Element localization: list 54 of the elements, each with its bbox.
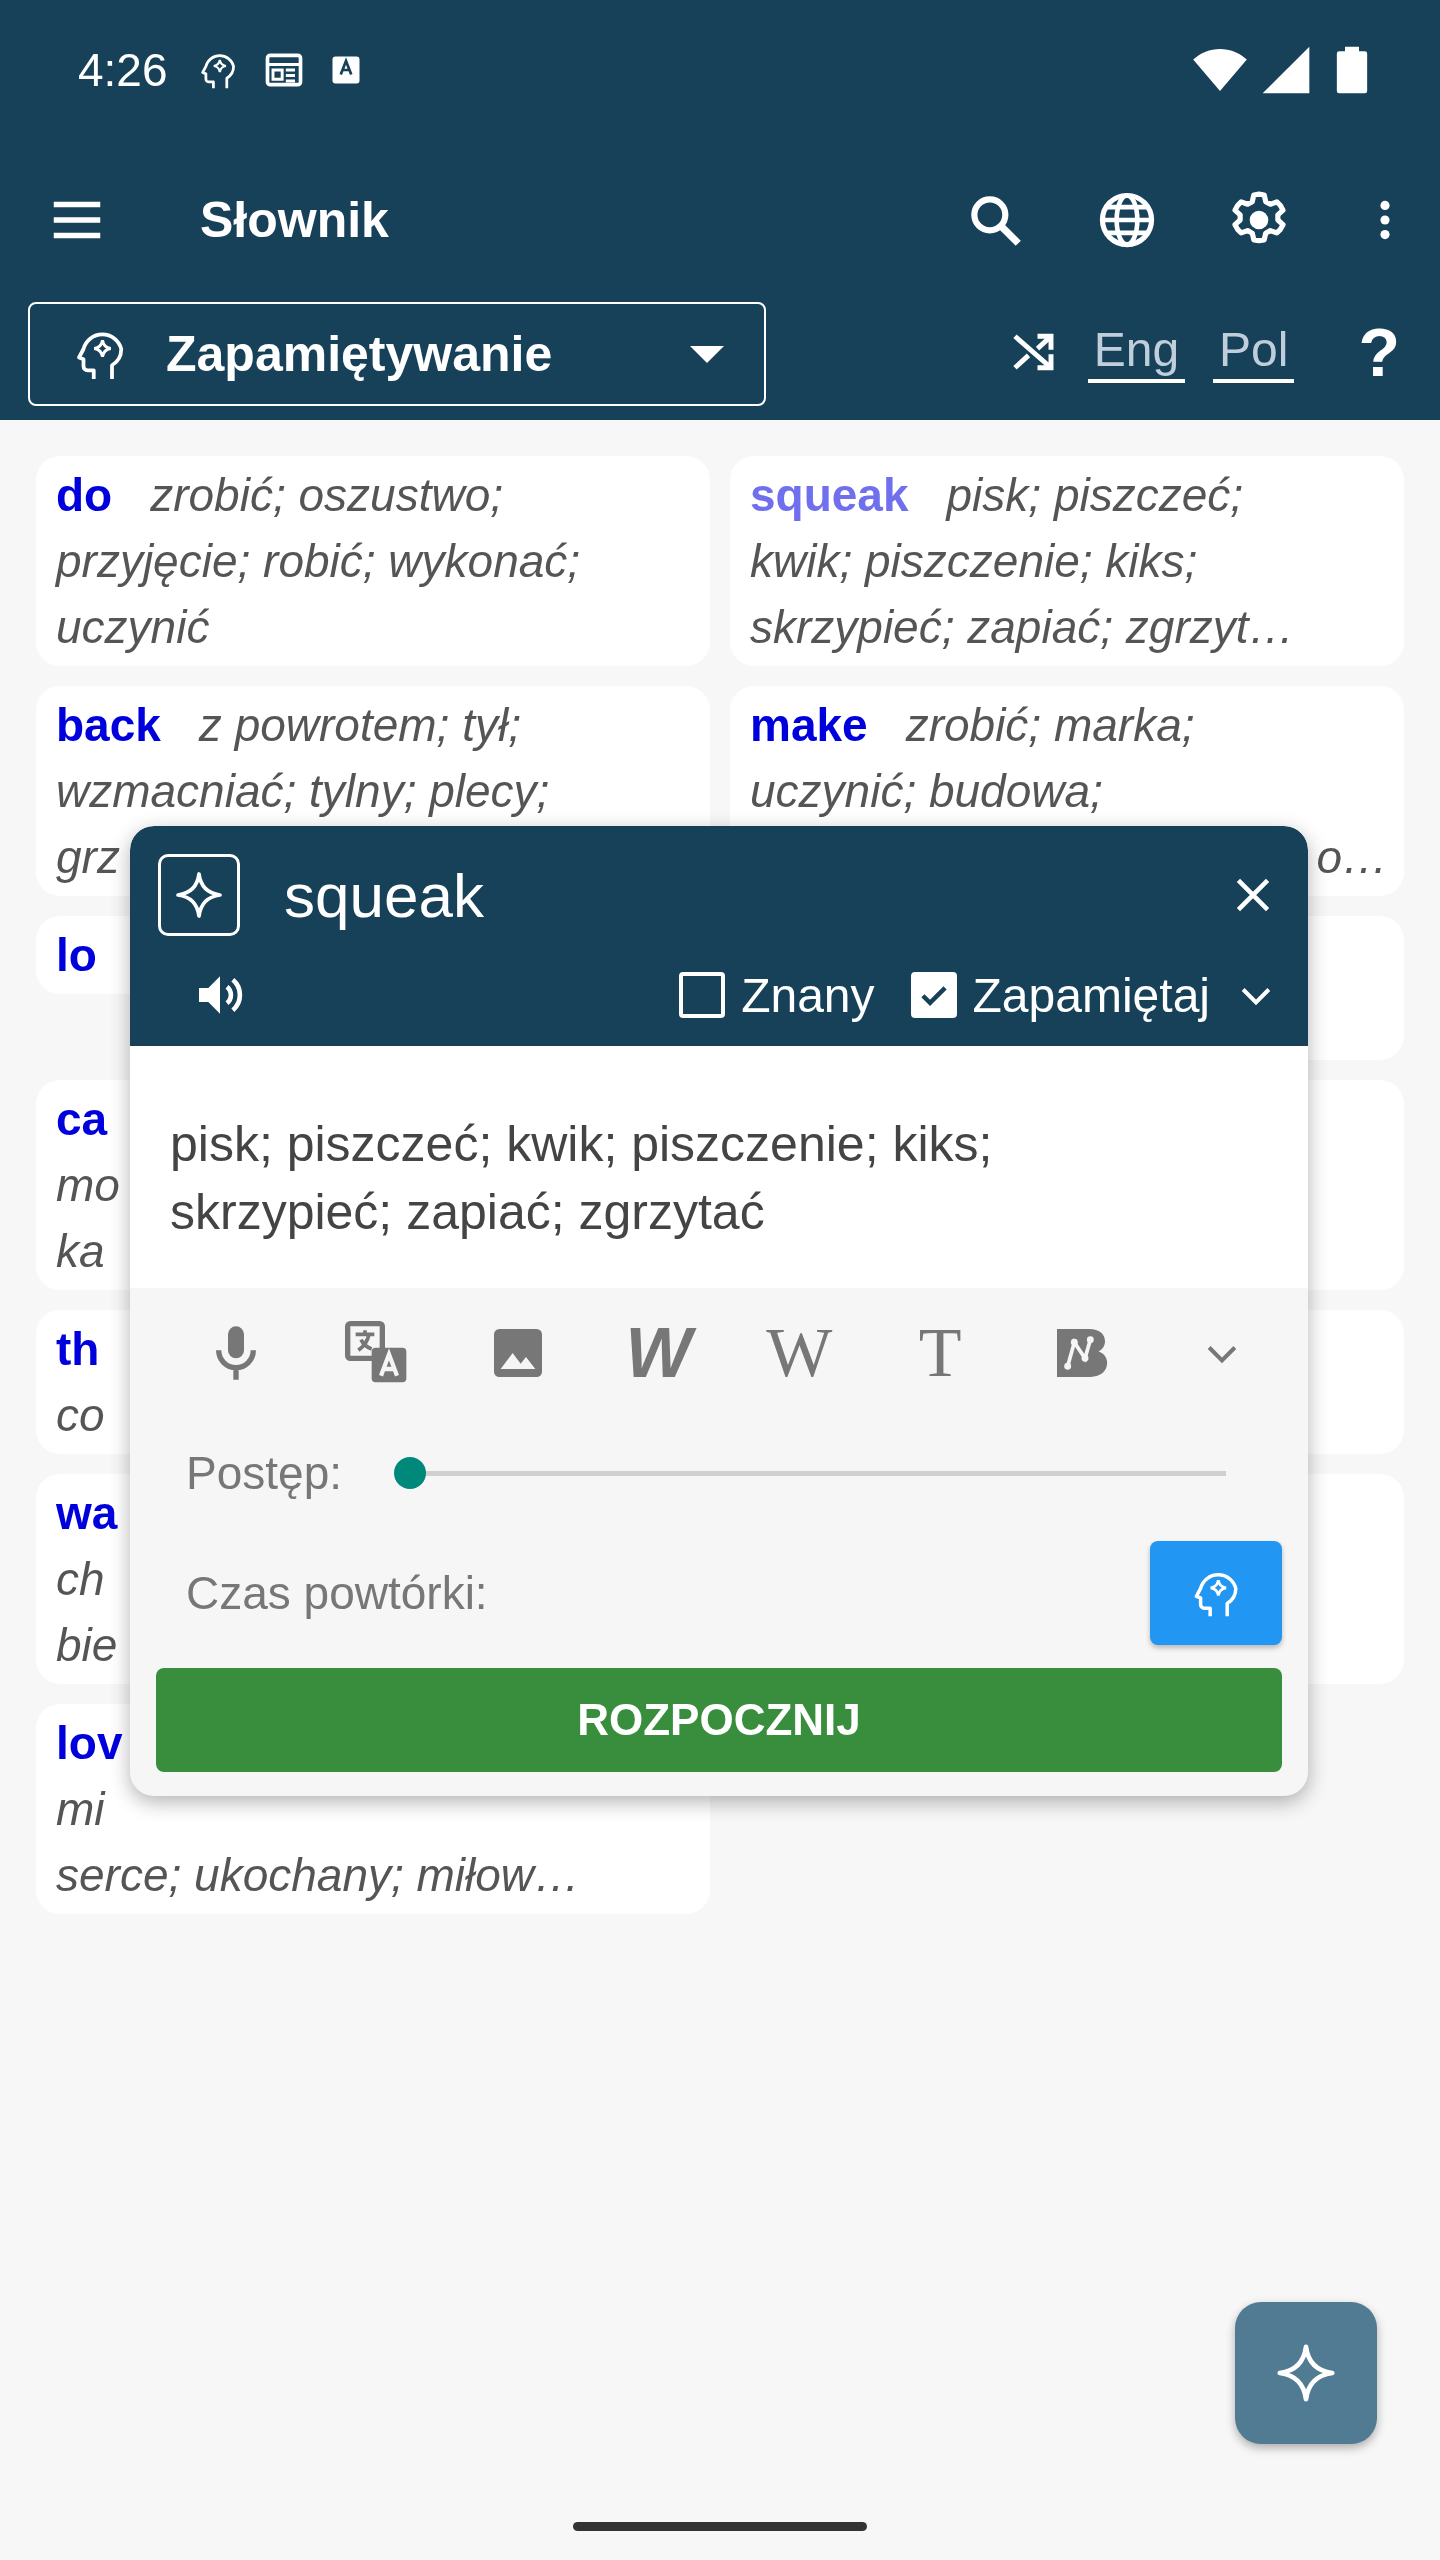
- word-card[interactable]: squeak pisk; piszczeć; kwik; piszczenie; kiks; skrzypieć; zapiać; zgrzyt…: [730, 456, 1404, 666]
- translation-text: o…: [1316, 831, 1388, 883]
- checkbox-label[interactable]: Znany: [741, 967, 875, 1023]
- headword: lo: [56, 929, 97, 981]
- translation-text: kwik; piszczenie; kiks;: [750, 535, 1198, 587]
- translation-text: zrobić; oszustwo;: [150, 469, 503, 521]
- translation-text: ch: [56, 1553, 105, 1605]
- headword: lov: [56, 1717, 123, 1769]
- language-link[interactable]: Pol: [1213, 321, 1295, 383]
- progress-label: Postęp:: [186, 1446, 342, 1500]
- headword: make: [750, 699, 868, 751]
- letter-icon[interactable]: T: [908, 1311, 972, 1395]
- translation-text: z powrotem; tył;: [198, 699, 521, 751]
- translation-text: przyjęcie; robić; wykonać;: [56, 535, 581, 587]
- status-time: 4:26: [78, 43, 168, 97]
- headword: back: [56, 699, 161, 751]
- review-time-label: Czas powtórki:: [186, 1566, 488, 1620]
- headword: ca: [56, 1093, 108, 1145]
- letter-icon[interactable]: W: [756, 1311, 843, 1395]
- translation-text: pisk; piszczeć; kwik; piszczenie; kiks; skrzypieć; zapiać; zgrzytać: [170, 1115, 994, 1242]
- sparkle-fab-button[interactable]: [1235, 2302, 1377, 2444]
- caret-icon: [690, 345, 724, 363]
- mode-label: Zapamiętywanie: [166, 325, 553, 383]
- translation-text: grz: [56, 831, 120, 883]
- slider-thumb[interactable]: [394, 1457, 426, 1489]
- language-link[interactable]: Eng: [1087, 321, 1186, 383]
- translate-icon[interactable]: [344, 1321, 409, 1385]
- translation-text: uczynić; budowa;: [750, 765, 1103, 817]
- translation-text: uczynić: [56, 601, 210, 653]
- translation-text: ka: [56, 1225, 105, 1277]
- translation-text: co: [56, 1389, 105, 1441]
- word-card[interactable]: do zrobić; oszustwo; przyjęcie; robić; wykonać; uczynić: [36, 456, 710, 666]
- headword: wa: [56, 1487, 118, 1539]
- app-title: Słownik: [200, 191, 389, 249]
- headword: th: [56, 1323, 100, 1375]
- start-button[interactable]: ROZPOCZNIJ: [156, 1668, 1282, 1772]
- translation-text: mi: [56, 1783, 105, 1835]
- translation-text: zrobić; marka;: [905, 699, 1195, 751]
- translation-text: pisk; piszczeć;: [946, 469, 1244, 521]
- translation-text: wzmacniać; tylny; plecy;: [56, 765, 550, 817]
- sparkle-icon: [158, 854, 240, 936]
- memorize-button[interactable]: [1150, 1541, 1282, 1645]
- checkbox[interactable]: [910, 972, 957, 1018]
- headword: do: [56, 469, 113, 521]
- translation-text: skrzypieć; zapiać; zgrzyt…: [750, 601, 1295, 653]
- translation-text: serce; ukochany; miłow…: [56, 1849, 581, 1901]
- checkbox[interactable]: [679, 972, 726, 1018]
- mode-dropdown[interactable]: Zapamiętywanie: [28, 302, 766, 406]
- checkbox-label[interactable]: Zapamiętaj: [972, 967, 1210, 1023]
- translation-text: mo: [56, 1159, 120, 1211]
- headword: squeak: [750, 469, 909, 521]
- translation-text: bie: [56, 1619, 118, 1671]
- letter-icon[interactable]: W: [615, 1311, 702, 1395]
- help-button[interactable]: ?: [1358, 313, 1400, 391]
